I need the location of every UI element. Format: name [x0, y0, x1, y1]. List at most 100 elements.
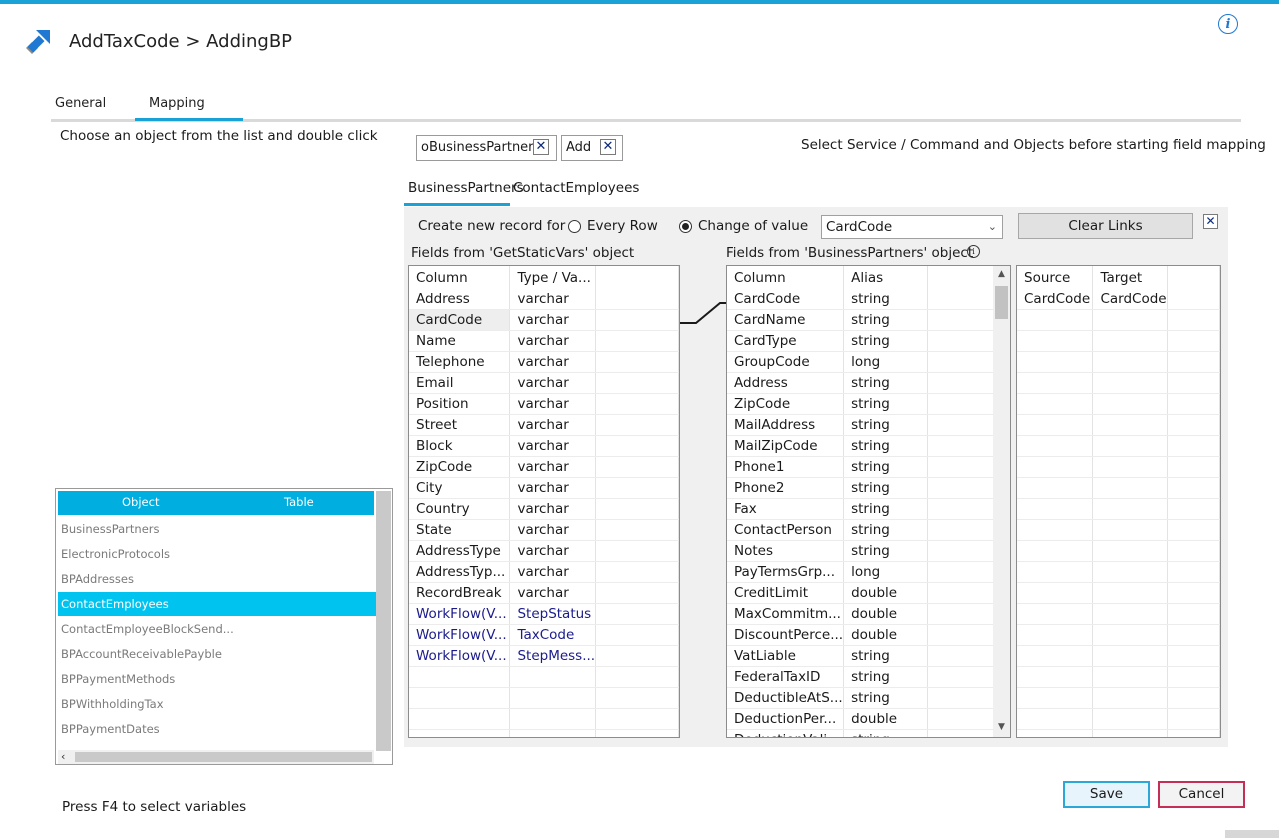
object-list-item[interactable]: ContactEmployees [58, 592, 376, 616]
target-row[interactable]: MailZipCode string [727, 435, 1001, 457]
target-row[interactable]: DiscountPerce... double [727, 624, 1001, 646]
link-row[interactable] [1017, 687, 1220, 709]
source-row[interactable]: Email varchar [409, 372, 679, 394]
source-row[interactable]: ZipCode varchar [409, 456, 679, 478]
command-chip[interactable]: Add ✕ [561, 135, 623, 161]
close-mapping-icon[interactable]: ✕ [1203, 214, 1218, 229]
link-row[interactable] [1017, 603, 1220, 625]
source-row[interactable]: Position varchar [409, 393, 679, 415]
link-row[interactable] [1017, 561, 1220, 583]
target-info-icon[interactable]: i [967, 245, 980, 258]
link-row[interactable] [1017, 645, 1220, 667]
link-row[interactable] [1017, 435, 1220, 457]
service-chip[interactable]: oBusinessPartners ✕ [416, 135, 557, 161]
remove-command-icon[interactable]: ✕ [600, 139, 616, 155]
source-row[interactable]: Country varchar [409, 498, 679, 520]
target-row[interactable]: MaxCommitm... double [727, 603, 1001, 625]
hscroll-thumb[interactable] [75, 752, 372, 762]
object-list-item[interactable]: BusinessPartners [58, 517, 376, 541]
tab-mapping[interactable]: Mapping [149, 96, 205, 111]
source-row[interactable] [409, 729, 679, 737]
link-row[interactable] [1017, 729, 1220, 737]
source-row[interactable]: AddressType varchar [409, 540, 679, 562]
object-list-item[interactable]: BPWithholdingTax [58, 692, 376, 716]
target-row[interactable]: CardName string [727, 309, 1001, 331]
radio-change-of-value[interactable] [679, 220, 692, 233]
source-row[interactable]: Street varchar [409, 414, 679, 436]
link-row[interactable] [1017, 477, 1220, 499]
target-row[interactable]: CardType string [727, 330, 1001, 352]
target-row[interactable]: MailAddress string [727, 414, 1001, 436]
subtab-businesspartners[interactable]: BusinessPartners [408, 180, 524, 196]
link-row[interactable] [1017, 330, 1220, 352]
source-row[interactable] [409, 687, 679, 709]
source-row[interactable]: AddressTyp... varchar [409, 561, 679, 583]
target-row[interactable]: DeductibleAtS... string [727, 687, 1001, 709]
object-list-item[interactable]: BPAccountReceivablePayble [58, 642, 376, 666]
target-row[interactable]: Address string [727, 372, 1001, 394]
link-row[interactable] [1017, 393, 1220, 415]
link-row[interactable]: CardCode CardCode [1017, 289, 1220, 310]
object-list-vscroll[interactable] [376, 491, 391, 751]
target-row[interactable]: Notes string [727, 540, 1001, 562]
source-row[interactable]: Name varchar [409, 330, 679, 352]
scroll-up-icon[interactable]: ▲ [993, 269, 1010, 279]
link-row[interactable] [1017, 372, 1220, 394]
object-list-item[interactable]: ElectronicProtocols [58, 542, 376, 566]
link-row[interactable] [1017, 351, 1220, 373]
source-row[interactable]: State varchar [409, 519, 679, 541]
scroll-down-icon[interactable]: ▼ [993, 722, 1010, 732]
radio-every-row[interactable] [568, 220, 581, 233]
info-icon[interactable]: i [1218, 14, 1238, 34]
object-list-hscroll[interactable]: ‹ [58, 750, 374, 764]
scroll-thumb[interactable] [995, 286, 1008, 319]
target-row[interactable]: VatLiable string [727, 645, 1001, 667]
source-row[interactable]: WorkFlow(V... StepStatus [409, 603, 679, 625]
target-row[interactable]: GroupCode long [727, 351, 1001, 373]
clear-links-button[interactable]: Clear Links [1018, 213, 1193, 239]
object-list-item[interactable]: BPAddresses [58, 567, 376, 591]
link-row[interactable] [1017, 456, 1220, 478]
target-row[interactable]: FederalTaxID string [727, 666, 1001, 688]
object-list-item[interactable]: ContactEmployeeBlockSend... [58, 617, 376, 641]
tab-general[interactable]: General [55, 96, 106, 111]
target-row[interactable]: CreditLimit double [727, 582, 1001, 604]
remove-service-icon[interactable]: ✕ [533, 139, 549, 155]
link-row[interactable] [1017, 540, 1220, 562]
cancel-button[interactable]: Cancel [1158, 781, 1245, 808]
source-row[interactable] [409, 666, 679, 688]
target-row[interactable]: Fax string [727, 498, 1001, 520]
save-button[interactable]: Save [1063, 781, 1150, 808]
link-row[interactable] [1017, 582, 1220, 604]
target-row[interactable]: DeductionPer... double [727, 708, 1001, 730]
link-row[interactable] [1017, 309, 1220, 331]
object-list-item[interactable]: BPPaymentDates [58, 717, 376, 741]
link-row[interactable] [1017, 519, 1220, 541]
source-row[interactable]: Address varchar [409, 289, 679, 310]
source-row[interactable]: Telephone varchar [409, 351, 679, 373]
link-row[interactable] [1017, 666, 1220, 688]
object-list-item[interactable]: BPPaymentMethods [58, 667, 376, 691]
target-row[interactable]: Phone1 string [727, 456, 1001, 478]
target-row[interactable]: Phone2 string [727, 477, 1001, 499]
scroll-left-icon[interactable]: ‹ [61, 750, 65, 763]
target-row[interactable]: CardCode string [727, 289, 1001, 310]
change-field-dropdown[interactable]: CardCode ⌄ [821, 215, 1003, 239]
source-row[interactable]: Block varchar [409, 435, 679, 457]
source-row[interactable]: WorkFlow(V... TaxCode [409, 624, 679, 646]
source-row[interactable]: WorkFlow(V... StepMess... [409, 645, 679, 667]
target-row[interactable]: ZipCode string [727, 393, 1001, 415]
subtab-contactemployees[interactable]: ContactEmployees [513, 180, 639, 196]
source-row[interactable]: City varchar [409, 477, 679, 499]
link-row[interactable] [1017, 414, 1220, 436]
link-row[interactable] [1017, 498, 1220, 520]
source-row[interactable] [409, 708, 679, 730]
target-row[interactable]: PayTermsGrp... long [727, 561, 1001, 583]
source-row[interactable]: CardCode varchar [409, 309, 679, 331]
source-row[interactable]: RecordBreak varchar [409, 582, 679, 604]
link-row[interactable] [1017, 624, 1220, 646]
link-row[interactable] [1017, 708, 1220, 730]
target-grid-scrollbar[interactable]: ▲ ▼ [993, 266, 1010, 737]
target-row[interactable]: ContactPerson string [727, 519, 1001, 541]
target-row[interactable]: DeductionVali...string [727, 729, 1001, 737]
